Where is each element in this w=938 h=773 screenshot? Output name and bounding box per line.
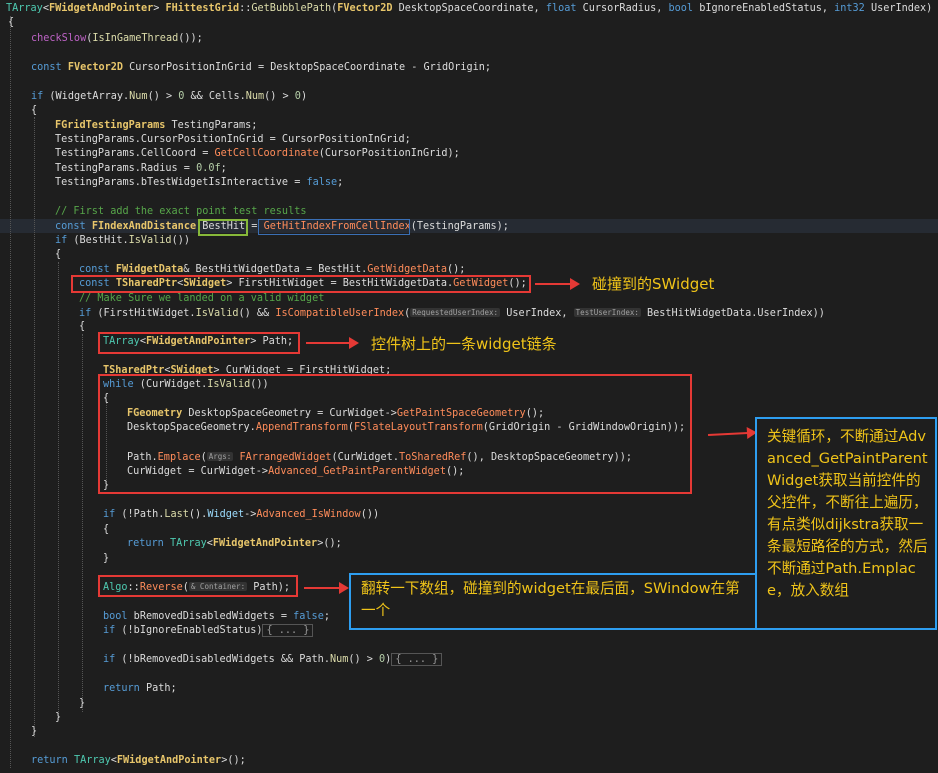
- arrow-to-note: [306, 337, 359, 349]
- code-line[interactable]: TestingParams.bTestWidgetIsInteractive =…: [55, 176, 343, 189]
- code-line[interactable]: const FVector2D CursorPositionInGrid = D…: [31, 61, 491, 74]
- code-line-signature[interactable]: TArray<FWidgetAndPointer> FHittestGrid::…: [6, 2, 932, 15]
- indent-guide: [10, 16, 11, 768]
- code-line[interactable]: TestingParams.CursorPositionInGrid = Cur…: [55, 133, 411, 146]
- code-line-brace[interactable]: {: [31, 104, 37, 117]
- code-line-brace[interactable]: {: [103, 523, 109, 536]
- annotation-key-loop: 关键循环，不断通过Advanced_GetPaintParentWidget获取…: [767, 428, 928, 599]
- code-line-brace[interactable]: {: [55, 248, 61, 261]
- code-line-brace[interactable]: {: [79, 320, 85, 333]
- reverse-red-box: [98, 575, 298, 597]
- annotation-reverse: 翻转一下数组，碰撞到的widget在最后面，SWindow在第一个: [361, 580, 740, 619]
- code-line-brace[interactable]: }: [31, 725, 37, 738]
- indent-guide: [82, 334, 83, 712]
- firsthit-red-box: [71, 275, 531, 293]
- code-line[interactable]: if (!Path.Last().Widget->Advanced_IsWind…: [103, 508, 379, 521]
- code-comment[interactable]: // Make Sure we landed on a valid widget: [79, 292, 324, 305]
- code-line[interactable]: return Path;: [103, 682, 177, 695]
- while-loop-red-box: [98, 374, 692, 494]
- folded-region[interactable]: { ... }: [262, 624, 314, 637]
- annotation-hit-widget: 碰撞到的SWidget: [592, 275, 715, 293]
- code-line[interactable]: TestingParams.Radius = 0.0f;: [55, 162, 227, 175]
- code-line-brace[interactable]: }: [79, 697, 85, 710]
- code-comment[interactable]: // First add the exact point test result…: [55, 205, 306, 218]
- code-line[interactable]: if (!bRemovedDisabledWidgets && Path.Num…: [103, 653, 443, 666]
- arrow-to-note: [535, 278, 580, 290]
- code-line[interactable]: FGridTestingParams TestingParams;: [55, 119, 257, 132]
- indent-guide: [58, 262, 59, 720]
- code-line-brace[interactable]: }: [55, 711, 61, 724]
- code-line-brace[interactable]: }: [103, 552, 109, 565]
- arrow-to-note: [304, 582, 349, 594]
- symbol-highlight: [258, 219, 410, 235]
- folded-region[interactable]: { ... }: [391, 653, 443, 666]
- code-line[interactable]: return TArray<FWidgetAndPointer>();: [31, 754, 246, 767]
- path-red-box: [98, 332, 300, 354]
- code-line[interactable]: if (WidgetArray.Num() > 0 && Cells.Num()…: [31, 90, 307, 103]
- arrow-to-note: [707, 431, 749, 437]
- besthit-green-box: [198, 219, 248, 236]
- code-line[interactable]: if (FirstHitWidget.IsValid() && IsCompat…: [79, 306, 825, 320]
- code-line[interactable]: if (!bIgnoreEnabledStatus){ ... }: [103, 624, 314, 637]
- code-editor[interactable]: TArray<FWidgetAndPointer> FHittestGrid::…: [0, 0, 938, 773]
- code-line[interactable]: bool bRemovedDisabledWidgets = false;: [103, 610, 330, 623]
- code-line[interactable]: checkSlow(IsInGameThread());: [31, 32, 203, 45]
- indent-guide: [34, 117, 35, 737]
- code-line[interactable]: TestingParams.CellCoord = GetCellCoordin…: [55, 147, 460, 160]
- annotation-widget-chain: 控件树上的一条widget链条: [371, 335, 557, 353]
- code-line-brace[interactable]: {: [8, 16, 14, 29]
- code-line[interactable]: return TArray<FWidgetAndPointer>();: [127, 537, 342, 550]
- code-line[interactable]: if (BestHit.IsValid()): [55, 234, 190, 247]
